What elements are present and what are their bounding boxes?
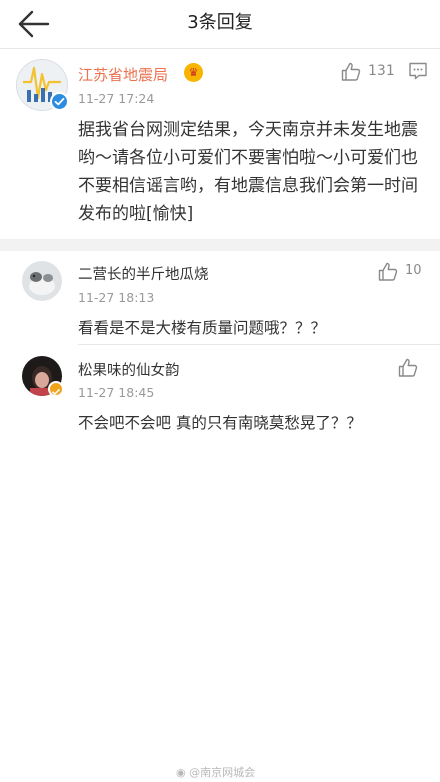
author-name[interactable]: 江苏省地震局 xyxy=(78,64,168,85)
back-arrow-icon xyxy=(18,10,50,38)
comment-text: 看看是不是大楼有质量问题哦？？？ xyxy=(78,319,327,337)
check-icon xyxy=(52,389,60,395)
thumbs-up-icon xyxy=(341,62,361,81)
reply-item: 松果味的仙女韵 11-27 18:45 不会吧不会吧 真的只有南晓莫愁晃了？？ xyxy=(0,346,440,440)
author-name[interactable]: 二营长的半斤地瓜烧 xyxy=(78,263,209,284)
check-icon xyxy=(54,97,65,106)
like-count: 131 xyxy=(368,63,395,79)
avatar[interactable] xyxy=(22,261,62,301)
watermark-text: @南京网城会 xyxy=(189,766,256,779)
main-comment: 江苏省地震局 ♛ 11-27 17:24 131 据我省台网测定结果，今天南京并… xyxy=(0,49,440,239)
verified-badge xyxy=(50,92,69,111)
thumbs-up-icon xyxy=(398,358,418,377)
like-button[interactable] xyxy=(397,357,419,379)
like-count: 10 xyxy=(405,263,422,278)
comment-text: 据我省台网测定结果，今天南京并未发生地震哟～请各位小可爱们不要害怕啦～小可爱们也… xyxy=(78,120,418,224)
timestamp: 11-27 18:45 xyxy=(78,385,155,400)
author-name[interactable]: 松果味的仙女韵 xyxy=(78,359,180,380)
member-crown-icon: ♛ xyxy=(184,63,203,82)
divider xyxy=(78,344,440,345)
comment-button[interactable] xyxy=(408,61,428,81)
reply-item: 二营长的半斤地瓜烧 11-27 18:13 10 看看是不是大楼有质量问题哦？？… xyxy=(0,251,440,345)
page-title: 3条回复 xyxy=(187,12,253,33)
like-button[interactable]: 10 xyxy=(377,261,422,283)
section-divider xyxy=(0,239,440,251)
weibo-logo-icon: ◉ xyxy=(176,766,186,779)
timestamp: 11-27 17:24 xyxy=(78,91,155,106)
timestamp: 11-27 18:13 xyxy=(78,290,155,305)
top-bar: 3条回复 xyxy=(0,0,440,49)
dog-photo-icon xyxy=(22,261,62,301)
back-button[interactable] xyxy=(14,6,54,42)
thumbs-up-icon xyxy=(378,262,398,281)
verified-badge xyxy=(48,381,64,397)
watermark: ◉ @南京网城会 xyxy=(176,764,255,780)
comment-text: 不会吧不会吧 真的只有南晓莫愁晃了？？ xyxy=(78,414,362,432)
like-button[interactable]: 131 xyxy=(340,61,395,83)
comment-icon xyxy=(409,62,427,80)
